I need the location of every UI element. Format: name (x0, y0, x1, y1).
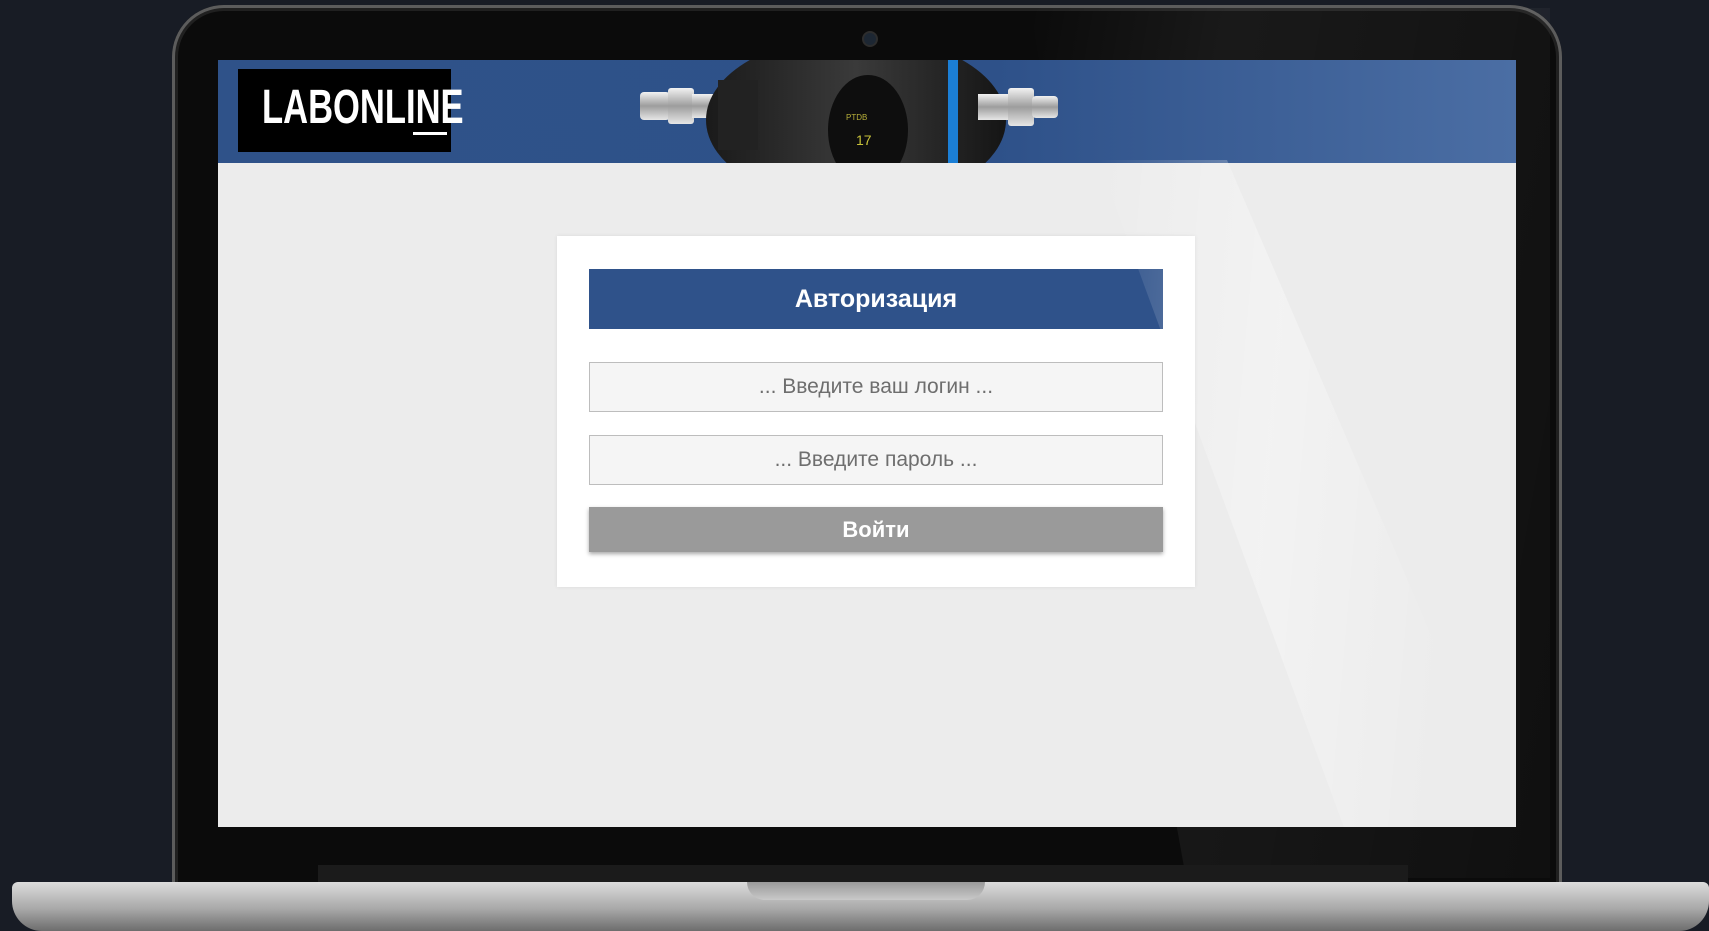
app-screen: LABONLINE PTDB 17 Авторизация ... Введит… (218, 60, 1516, 827)
password-input[interactable] (589, 435, 1163, 485)
logo-text: LABONLINE (262, 81, 464, 134)
login-card: Авторизация Войти (557, 236, 1195, 587)
gauge-device-icon: PTDB 17 (640, 60, 1058, 163)
svg-text:PTDB: PTDB (846, 113, 867, 122)
logo-underline (413, 132, 447, 135)
login-button[interactable]: Войти (589, 507, 1163, 552)
login-title: Авторизация (589, 269, 1163, 329)
laptop-chin (318, 865, 1408, 883)
laptop-notch (747, 882, 985, 900)
webcam-icon (862, 31, 878, 47)
svg-text:17: 17 (856, 132, 872, 148)
logo[interactable]: LABONLINE (238, 69, 464, 152)
site-header: LABONLINE PTDB 17 (218, 60, 1516, 163)
login-input[interactable] (589, 362, 1163, 412)
